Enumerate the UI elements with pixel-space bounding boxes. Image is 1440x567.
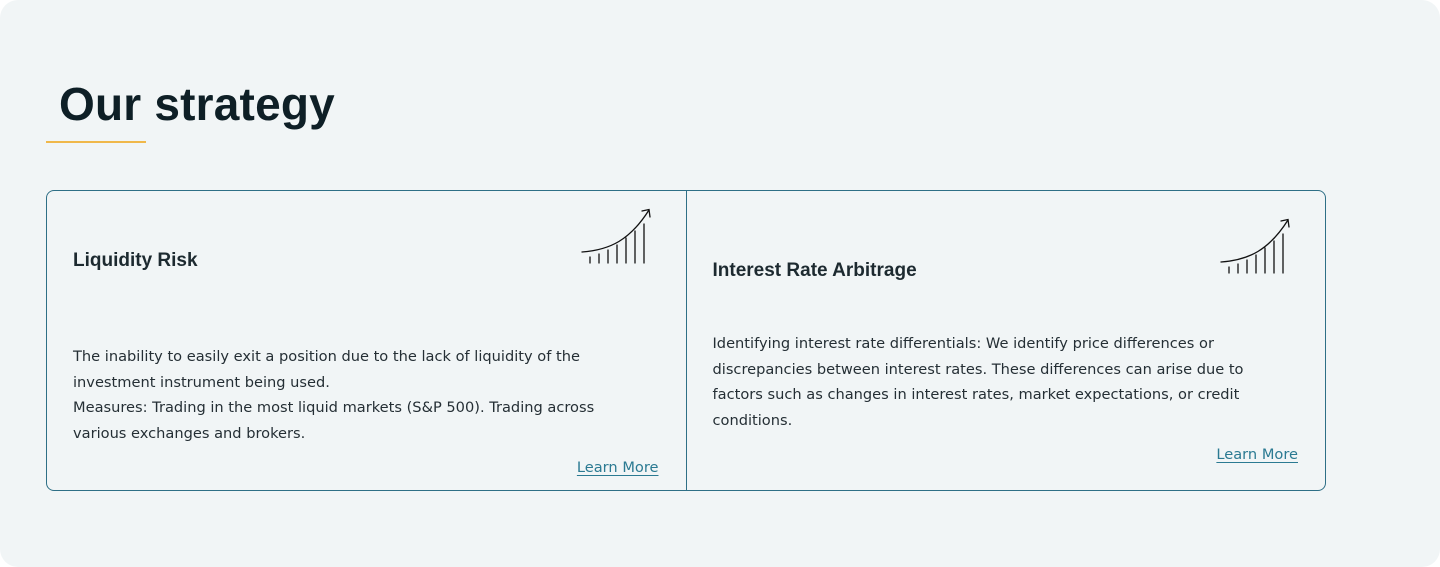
title-underline <box>46 141 146 143</box>
card-title: Liquidity Risk <box>73 250 198 271</box>
section-title: Our strategy <box>59 78 335 130</box>
strategy-section: Our strategy Liquidity Risk The inabilit… <box>0 0 1440 567</box>
strategy-cards: Liquidity Risk The inability to easily e… <box>46 190 1326 491</box>
card-text: The inability to easily exit a position … <box>73 348 580 391</box>
card-text: Measures: Trading in the most liquid mar… <box>73 399 595 442</box>
growth-chart-icon <box>580 208 651 264</box>
card-text: Identifying interest rate differentials:… <box>712 335 1244 429</box>
learn-more-link[interactable]: Learn More <box>1216 445 1298 465</box>
card-title: Interest Rate Arbitrage <box>712 260 917 281</box>
card-description: Identifying interest rate differentials:… <box>713 331 1273 433</box>
strategy-card-interest-rate-arbitrage: Interest Rate Arbitrage Identifying inte… <box>685 191 1326 490</box>
growth-chart-icon <box>1220 218 1290 274</box>
strategy-card-liquidity-risk: Liquidity Risk The inability to easily e… <box>47 191 686 490</box>
card-description: The inability to easily exit a position … <box>73 344 633 446</box>
learn-more-link[interactable]: Learn More <box>577 458 659 478</box>
